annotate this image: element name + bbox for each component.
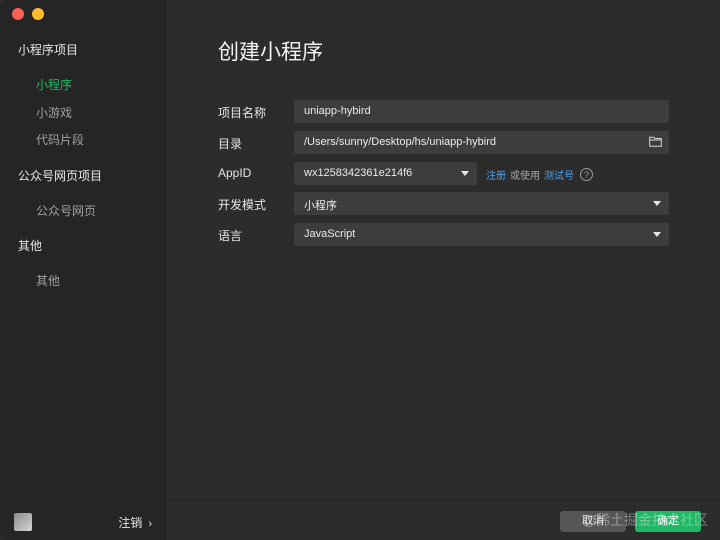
register-link[interactable]: 注册 — [486, 167, 506, 182]
dev-mode-value: 小程序 — [304, 200, 337, 212]
form-row-project-name: 项目名称 uniapp-hybird — [218, 100, 669, 123]
appid-value: wx1258342361e214f6 — [304, 167, 413, 179]
confirm-button[interactable]: 确定 — [635, 511, 701, 532]
language-select[interactable]: JavaScript — [294, 223, 669, 246]
form-row-directory: 目录 /Users/sunny/Desktop/hs/uniapp-hybird — [218, 131, 669, 154]
close-window-button[interactable] — [12, 8, 24, 20]
chevron-right-icon: › — [148, 518, 152, 530]
appid-links: 注册 或使用 测试号 ? — [486, 167, 593, 182]
project-name-value: uniapp-hybird — [304, 105, 371, 117]
avatar[interactable] — [14, 513, 32, 531]
cancel-button[interactable]: 取消 — [560, 511, 626, 532]
appid-select[interactable]: wx1258342361e214f6 — [294, 162, 477, 185]
dev-mode-label: 开发模式 — [218, 198, 267, 212]
form-row-appid: AppID wx1258342361e214f6 注册 或使用 测试号 ? — [218, 162, 668, 185]
sidebar-item-miniprogram[interactable]: 小程序 — [36, 76, 72, 93]
language-label: 语言 — [218, 229, 243, 243]
or-use-text: 或使用 — [510, 171, 540, 182]
appid-label: AppID — [218, 166, 252, 180]
sidebar-item-code-snippet[interactable]: 代码片段 — [36, 131, 84, 148]
page-title: 创建小程序 — [218, 41, 323, 64]
form-row-dev-mode: 开发模式 小程序 — [218, 192, 669, 215]
directory-label: 目录 — [218, 137, 243, 151]
window: 小程序项目 小程序 小游戏 代码片段 公众号网页项目 公众号网页 其他 其他 注… — [0, 0, 720, 540]
dev-mode-select[interactable]: 小程序 — [294, 192, 669, 215]
language-value: JavaScript — [304, 228, 356, 240]
sidebar-footer: 注销 › — [0, 500, 166, 540]
test-account-link[interactable]: 测试号 — [544, 167, 574, 182]
chevron-down-icon — [461, 171, 469, 176]
group-title-other: 其他 — [18, 239, 43, 253]
directory-value: /Users/sunny/Desktop/hs/uniapp-hybird — [304, 136, 496, 148]
sidebar-item-official-account-web[interactable]: 公众号网页 — [36, 202, 96, 219]
logout-button[interactable]: 注销 › — [118, 514, 152, 531]
sidebar: 小程序项目 小程序 小游戏 代码片段 公众号网页项目 公众号网页 其他 其他 注… — [0, 0, 166, 540]
directory-input[interactable]: /Users/sunny/Desktop/hs/uniapp-hybird — [294, 131, 669, 154]
bottom-bar: 取消 确定 — [167, 500, 720, 540]
logout-label: 注销 — [118, 516, 143, 530]
project-name-label: 项目名称 — [218, 106, 267, 120]
group-title-miniprogram: 小程序项目 — [18, 43, 79, 57]
folder-icon[interactable] — [649, 136, 662, 147]
minimize-window-button[interactable] — [32, 8, 44, 20]
main-panel: 创建小程序 项目名称 uniapp-hybird 目录 /Users/sunny… — [167, 0, 720, 540]
help-icon[interactable]: ? — [580, 168, 593, 181]
window-controls — [12, 8, 44, 20]
sidebar-item-other[interactable]: 其他 — [36, 272, 60, 289]
chevron-down-icon — [653, 232, 661, 237]
sidebar-item-minigame[interactable]: 小游戏 — [36, 104, 72, 121]
form-row-language: 语言 JavaScript — [218, 223, 669, 246]
project-name-input[interactable]: uniapp-hybird — [294, 100, 669, 123]
chevron-down-icon — [653, 201, 661, 206]
group-title-official-account: 公众号网页项目 — [18, 169, 103, 183]
